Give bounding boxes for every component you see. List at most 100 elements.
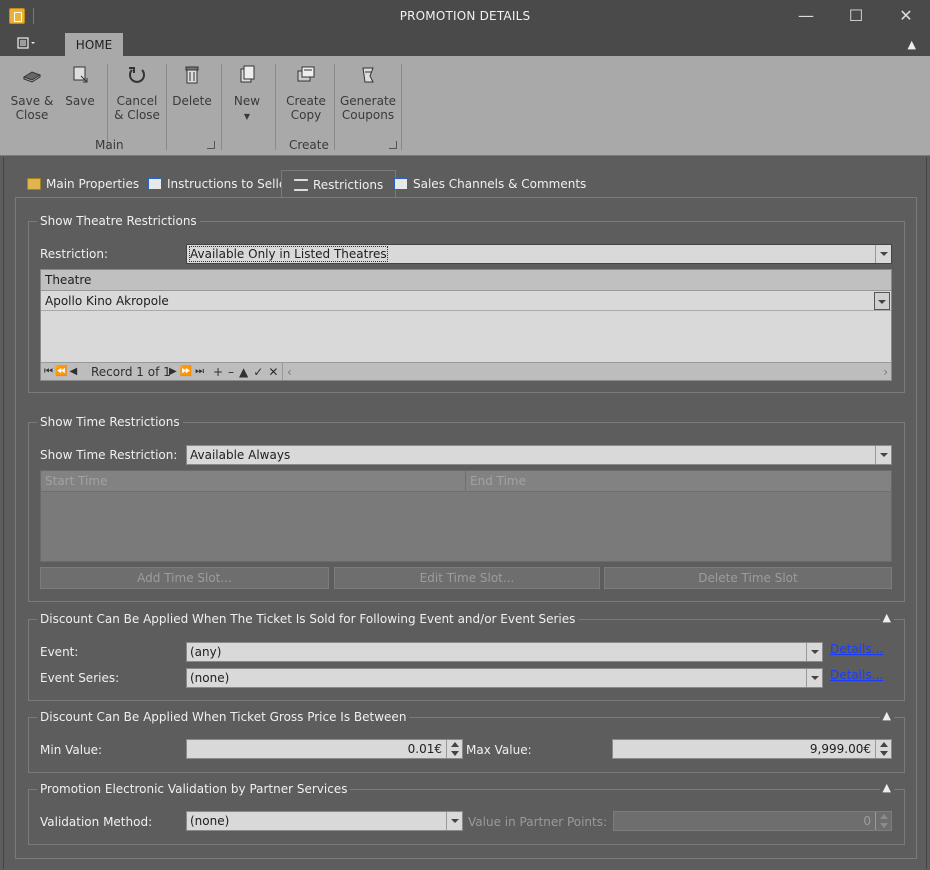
tab-label: Sales Channels & Comments xyxy=(413,177,587,191)
coupon-icon xyxy=(362,67,374,83)
column-header-end-time: End Time xyxy=(466,471,891,492)
spin-up-down-icon[interactable] xyxy=(875,740,891,758)
tab-home[interactable]: HOME xyxy=(65,33,123,56)
save-close-icon xyxy=(22,71,42,83)
group-title: Show Theatre Restrictions xyxy=(37,214,200,228)
menu-icon xyxy=(17,37,35,49)
new-button[interactable]: New ▼ xyxy=(230,64,264,144)
event-select[interactable]: (any) xyxy=(186,642,823,662)
event-details-link[interactable]: Details... xyxy=(830,642,883,656)
group-title: Discount Can Be Applied When The Ticket … xyxy=(37,612,579,626)
min-value-label: Min Value: xyxy=(40,743,103,757)
delete-time-slot-button[interactable]: Delete Time Slot xyxy=(604,567,892,589)
show-time-restriction-label: Show Time Restriction: xyxy=(40,448,178,462)
tab-main-properties[interactable]: Main Properties xyxy=(27,170,139,198)
app-menu-button[interactable] xyxy=(15,36,45,54)
group-launcher-icon[interactable] xyxy=(207,141,215,149)
table-row[interactable]: Apollo Kino Akropole xyxy=(41,291,891,311)
trash-icon xyxy=(185,66,199,84)
chevron-down-icon[interactable] xyxy=(875,245,891,263)
group-title: Discount Can Be Applied When Ticket Gros… xyxy=(37,710,410,724)
tab-label: Restrictions xyxy=(313,178,384,192)
new-label: New xyxy=(233,94,261,108)
event-label: Event: xyxy=(40,645,79,659)
spin-up-down-icon[interactable] xyxy=(446,740,462,758)
nav-first-prev-icon[interactable]: ⏮⏪◀ xyxy=(44,363,79,381)
save-close-button[interactable]: Save & Close xyxy=(10,64,54,144)
ribbon-separator xyxy=(275,64,276,150)
group-launcher-icon[interactable] xyxy=(389,141,397,149)
chevron-down-icon xyxy=(878,300,886,304)
horizontal-scrollbar[interactable]: ‹ › xyxy=(282,363,892,380)
save-label: Save xyxy=(65,94,95,108)
theatre-cell: Apollo Kino Akropole xyxy=(45,294,169,308)
column-header-theatre[interactable]: Theatre xyxy=(41,270,891,291)
validation-method-select[interactable]: (none) xyxy=(186,811,463,831)
event-series-value: (none) xyxy=(190,671,230,685)
partner-points-input[interactable]: 0 xyxy=(613,811,892,831)
undo-icon xyxy=(129,67,145,83)
group-title: Promotion Electronic Validation by Partn… xyxy=(37,782,351,796)
min-value-input[interactable]: 0.01€ xyxy=(186,739,463,759)
column-header-start-time: Start Time xyxy=(41,471,466,492)
max-value-input[interactable]: 9,999.00€ xyxy=(612,739,892,759)
ribbon-group-create: Create xyxy=(289,138,329,152)
title-bar: PROMOTION DETAILS — ☐ ✕ xyxy=(0,0,930,33)
event-series-select[interactable]: (none) xyxy=(186,668,823,688)
ribbon-separator xyxy=(221,64,222,150)
tab-restrictions[interactable]: Restrictions xyxy=(281,170,397,198)
scroll-right-icon[interactable]: › xyxy=(883,363,888,381)
validation-method-label: Validation Method: xyxy=(40,815,153,829)
cancel-close-button[interactable]: Cancel & Close xyxy=(114,64,160,144)
close-button[interactable]: ✕ xyxy=(889,4,923,28)
spin-up-down-icon[interactable] xyxy=(875,812,891,830)
event-series-details-link[interactable]: Details... xyxy=(830,668,883,682)
min-value: 0.01€ xyxy=(407,742,442,756)
properties-icon xyxy=(27,178,41,190)
show-time-restriction-select[interactable]: Available Always xyxy=(186,445,892,465)
nav-edit-icons[interactable]: +–▲✓✕ xyxy=(213,363,283,381)
delete-button[interactable]: Delete xyxy=(172,64,212,144)
tab-sales-channels[interactable]: Sales Channels & Comments xyxy=(394,170,586,198)
restriction-select[interactable]: Available Only in Listed Theatres xyxy=(186,244,892,264)
maximize-button[interactable]: ☐ xyxy=(839,4,873,28)
collapse-icon[interactable]: ▲ xyxy=(879,709,894,722)
save-icon xyxy=(73,66,88,83)
delete-label: Delete xyxy=(172,94,212,108)
add-time-slot-button[interactable]: Add Time Slot... xyxy=(40,567,329,589)
row-dropdown-button[interactable] xyxy=(874,292,890,310)
minimize-button[interactable]: — xyxy=(789,4,823,28)
ribbon-separator xyxy=(401,64,402,150)
restriction-label: Restriction: xyxy=(40,247,109,261)
ribbon: Save & Close Save Cancel & Close Delete … xyxy=(0,56,930,156)
restrictions-list-icon xyxy=(294,179,308,191)
chevron-down-icon[interactable] xyxy=(875,446,891,464)
partner-points-value: 0 xyxy=(863,814,871,828)
cancel-close-label: Cancel & Close xyxy=(114,94,160,122)
generate-coupons-label: Generate Coupons xyxy=(340,94,397,122)
collapse-icon[interactable]: ▲ xyxy=(879,781,894,794)
ribbon-collapse-icon[interactable]: ▲ xyxy=(908,38,916,51)
chevron-down-icon[interactable] xyxy=(446,812,462,830)
create-copy-label: Create Copy xyxy=(286,94,326,122)
max-value-label: Max Value: xyxy=(466,743,532,757)
ribbon-tab-row: HOME ▲ xyxy=(0,33,930,56)
nav-next-last-icon[interactable]: ▶⏩⏭ xyxy=(169,363,207,381)
create-copy-button[interactable]: Create Copy xyxy=(284,64,328,144)
tab-label: Instructions to Seller xyxy=(167,177,292,191)
edit-time-slot-button[interactable]: Edit Time Slot... xyxy=(334,567,600,589)
save-button[interactable]: Save xyxy=(62,64,98,144)
show-time-restriction-value: Available Always xyxy=(190,448,291,462)
event-series-label: Event Series: xyxy=(40,671,120,685)
tab-label: Main Properties xyxy=(46,177,140,191)
theatre-grid: Theatre Apollo Kino Akropole ⏮⏪◀ Record … xyxy=(40,269,892,381)
chevron-down-icon[interactable] xyxy=(806,643,822,661)
new-document-icon xyxy=(240,65,255,83)
chevron-down-icon[interactable] xyxy=(806,669,822,687)
scroll-left-icon[interactable]: ‹ xyxy=(287,363,292,381)
collapse-icon[interactable]: ▲ xyxy=(879,611,894,624)
tab-instructions-to-seller[interactable]: Instructions to Seller xyxy=(148,170,291,198)
save-close-label: Save & Close xyxy=(10,94,54,122)
grid-navigator: ⏮⏪◀ Record 1 of 1 ▶⏩⏭ +–▲✓✕ ‹ › xyxy=(41,362,891,380)
generate-coupons-button[interactable]: Generate Coupons xyxy=(340,64,396,144)
